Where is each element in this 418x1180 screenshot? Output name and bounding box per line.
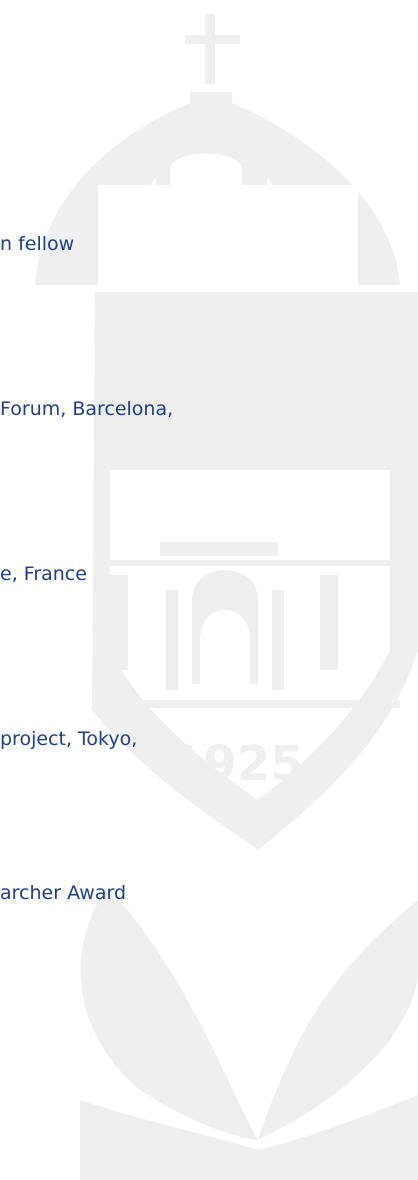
text-line: Forum, Barcelona, [0, 398, 174, 420]
logo-initials: TF [190, 367, 277, 441]
text-line: project, Tokyo, [0, 728, 138, 750]
logo-year: 1925 [170, 736, 304, 792]
university-emblem-watermark: TF 1925 [35, 14, 418, 1180]
page-canvas: TF 1925 n fellow Forum, Barcelona, e, Fr… [0, 0, 418, 1180]
text-line: e, France [0, 563, 87, 585]
laurel-left [80, 890, 258, 1140]
cross-icon [205, 14, 215, 84]
text-line: archer Award [0, 882, 127, 904]
text-line: n fellow [0, 233, 75, 255]
laurel-right [258, 900, 418, 1140]
